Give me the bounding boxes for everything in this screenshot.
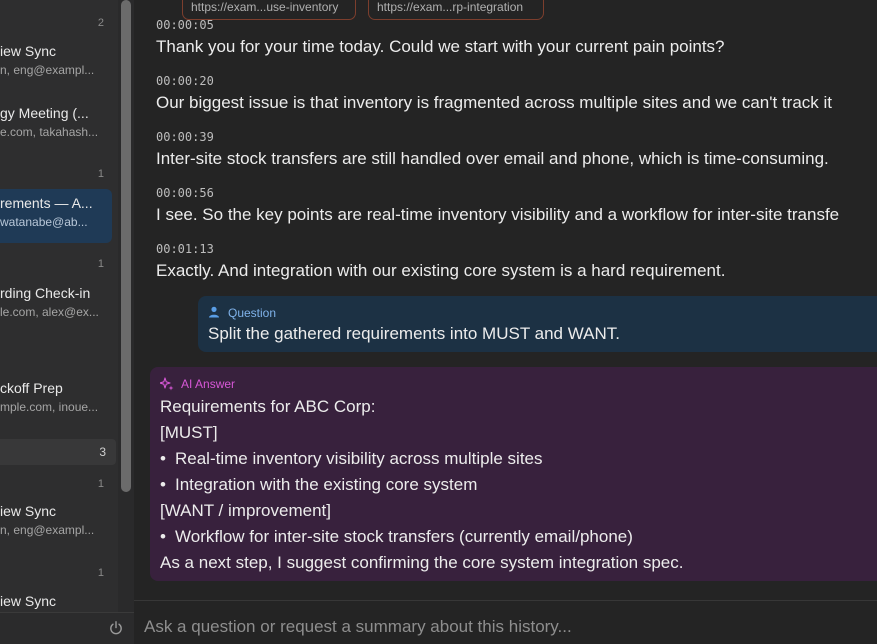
ai-answer-closing: As a next step, I suggest confirming the…: [160, 553, 684, 572]
sidebar-item-count: 1: [97, 258, 104, 270]
ai-answer-must-label: [MUST]: [160, 423, 218, 442]
ai-answer-want-label: [WANT / improvement]: [160, 501, 331, 520]
sidebar-item-subtitle: mple.com, inoue...: [0, 400, 99, 414]
sidebar-group-header[interactable]: 3: [0, 439, 116, 465]
sidebar-item-title: iew Sync: [0, 43, 57, 59]
ai-answer-bullet-text: Real-time inventory visibility across mu…: [175, 449, 543, 468]
sidebar-item-subtitle: n, eng@exampl...: [0, 523, 95, 537]
transcript-panel: https://exam...use-inventory https://exa…: [134, 0, 877, 612]
sidebar-item-count-row: 1: [0, 168, 112, 182]
ai-answer-bullet-text: Integration with the existing core syste…: [175, 475, 478, 494]
transcript-utterance: Exactly. And integration with our existi…: [156, 261, 726, 280]
sidebar-item-active[interactable]: rements — A... watanabe@ab...: [0, 189, 112, 243]
sidebar-item-subtitle: le.com, alex@ex...: [0, 305, 99, 319]
chat-input-bar: [134, 600, 877, 644]
power-icon[interactable]: [108, 620, 124, 636]
sidebar-item-subtitle: e.com, takahash...: [0, 125, 99, 139]
sidebar-footer: [0, 612, 134, 644]
sidebar-item-title: gy Meeting (...: [0, 105, 89, 121]
sidebar-item[interactable]: ckoff Prep mple.com, inoue...: [0, 378, 112, 418]
sidebar-item-count: 1: [97, 168, 104, 180]
sidebar-item[interactable]: 1 iew Sync: [0, 567, 112, 612]
sidebar-item-title: rding Check-in: [0, 285, 91, 301]
user-icon: [209, 306, 219, 318]
sidebar-item[interactable]: 2 iew Sync n, eng@exampl...: [0, 14, 112, 84]
sidebar: 2 iew Sync n, eng@exampl... gy Meeting (…: [0, 0, 118, 644]
ai-answer-bullet-text: Workflow for inter-site stock transfers …: [175, 527, 633, 546]
ai-answer-bullet: • Workflow for inter-site stock transfers…: [160, 527, 633, 546]
sidebar-item-title: iew Sync: [0, 593, 57, 609]
reference-link-chip[interactable]: https://exam...rp-integration: [368, 0, 544, 20]
sparkle-icon: [160, 377, 174, 391]
sidebar-item[interactable]: gy Meeting (... e.com, takahash...: [0, 102, 112, 152]
sidebar-item-count: 1: [97, 567, 104, 579]
sidebar-item-count: 2: [97, 17, 104, 29]
ai-answer-bubble: AI Answer Requirements for ABC Corp: [MU…: [150, 367, 877, 581]
transcript-timestamp: 00:01:13: [156, 242, 214, 256]
question-text: Split the gathered requirements into MUS…: [208, 324, 620, 343]
transcript-utterance: Inter-site stock transfers are still han…: [156, 149, 829, 168]
ai-answer-label: AI Answer: [181, 377, 236, 391]
ai-answer-bullet: • Integration with the existing core syst…: [160, 475, 478, 494]
sidebar-item-subtitle: watanabe@ab...: [0, 215, 88, 229]
transcript-utterance: I see. So the key points are real-time i…: [156, 205, 840, 224]
sidebar-scrollbar-thumb[interactable]: [121, 0, 131, 492]
sidebar-item-title: iew Sync: [0, 503, 57, 519]
sidebar-item[interactable]: 1 iew Sync n, eng@exampl...: [0, 478, 112, 542]
transcript-timestamp: 00:00:20: [156, 74, 214, 88]
question-label: Question: [228, 306, 277, 320]
ai-answer-bullet: • Real-time inventory visibility across m…: [160, 449, 543, 468]
sidebar-item-count: 1: [97, 478, 104, 490]
transcript-timestamp: 00:00:56: [156, 186, 214, 200]
transcript-utterance: Our biggest issue is that inventory is f…: [156, 93, 832, 112]
sidebar-item[interactable]: 1 rding Check-in le.com, alex@ex...: [0, 258, 112, 322]
sidebar-item-subtitle: n, eng@exampl...: [0, 63, 95, 77]
transcript-utterance: Thank you for your time today. Could we …: [156, 37, 725, 56]
transcript-timestamp: 00:00:39: [156, 130, 214, 144]
ai-answer-heading: Requirements for ABC Corp:: [160, 397, 376, 416]
sidebar-item-title: ckoff Prep: [0, 380, 63, 396]
transcript-timestamp: 00:00:05: [156, 18, 214, 32]
app-window: 2 iew Sync n, eng@exampl... gy Meeting (…: [0, 0, 877, 644]
question-bubble: Question Split the gathered requirements…: [198, 296, 877, 352]
sidebar-item-title: rements — A...: [0, 195, 93, 211]
chat-input[interactable]: [142, 613, 876, 641]
sidebar-group-count: 3: [99, 445, 106, 459]
reference-link-chip[interactable]: https://exam...use-inventory: [182, 0, 356, 20]
